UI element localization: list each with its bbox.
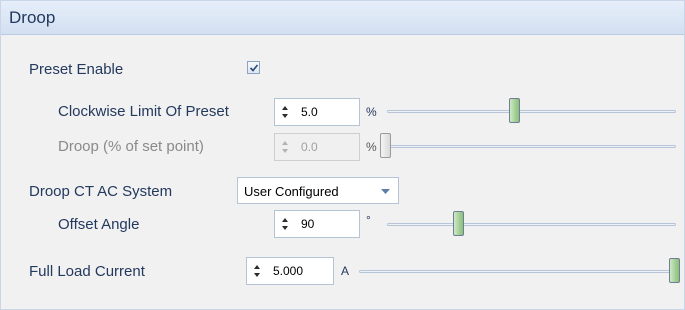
clockwise-limit-slider-track[interactable] bbox=[387, 110, 676, 113]
full-load-current-spinner[interactable]: 5.000 bbox=[246, 257, 334, 285]
offset-angle-value: 90 bbox=[301, 217, 315, 231]
droop-ct-label: Droop CT AC System bbox=[29, 183, 173, 200]
clockwise-limit-label: Clockwise Limit Of Preset bbox=[58, 103, 229, 120]
full-load-current-unit: A bbox=[341, 264, 350, 278]
full-load-current-label: Full Load Current bbox=[29, 263, 145, 280]
droop-ct-select[interactable]: User Configured bbox=[237, 177, 399, 204]
full-load-current-slider-thumb[interactable] bbox=[669, 258, 680, 283]
clockwise-limit-slider-thumb[interactable] bbox=[509, 98, 520, 123]
preset-enable-label: Preset Enable bbox=[29, 61, 124, 78]
spinner-arrows-icon[interactable] bbox=[280, 138, 290, 156]
droop-ct-selected: User Configured bbox=[244, 184, 339, 199]
clockwise-limit-value: 5.0 bbox=[301, 105, 318, 119]
offset-angle-slider-track[interactable] bbox=[387, 223, 676, 226]
spinner-arrows-icon[interactable] bbox=[280, 215, 290, 233]
droop-percent-label: Droop (% of set point) bbox=[58, 138, 204, 155]
full-load-current-value: 5.000 bbox=[273, 264, 304, 278]
panel-header: Droop bbox=[1, 1, 684, 35]
droop-percent-slider-track[interactable] bbox=[386, 145, 676, 148]
offset-angle-slider-thumb[interactable] bbox=[453, 211, 464, 236]
chevron-down-icon[interactable] bbox=[381, 189, 390, 194]
clockwise-limit-spinner[interactable]: 5.0 bbox=[274, 98, 360, 126]
droop-percent-value: 0.0 bbox=[301, 140, 318, 154]
spinner-arrows-icon[interactable] bbox=[252, 262, 262, 280]
spinner-arrows-icon[interactable] bbox=[280, 103, 290, 121]
preset-enable-checkbox[interactable] bbox=[247, 61, 260, 74]
offset-angle-unit: ° bbox=[366, 213, 371, 227]
full-load-current-slider-track[interactable] bbox=[359, 270, 679, 273]
droop-percent-unit: % bbox=[366, 140, 377, 154]
droop-percent-spinner[interactable]: 0.0 bbox=[274, 133, 360, 161]
clockwise-limit-unit: % bbox=[366, 105, 377, 119]
offset-angle-spinner[interactable]: 90 bbox=[274, 210, 360, 238]
check-icon bbox=[249, 64, 259, 72]
droop-percent-slider-thumb[interactable] bbox=[380, 133, 391, 158]
panel-title: Droop bbox=[9, 8, 56, 27]
offset-angle-label: Offset Angle bbox=[58, 216, 140, 233]
droop-panel: Droop Preset Enable Clockwise Limit Of P… bbox=[0, 0, 685, 310]
